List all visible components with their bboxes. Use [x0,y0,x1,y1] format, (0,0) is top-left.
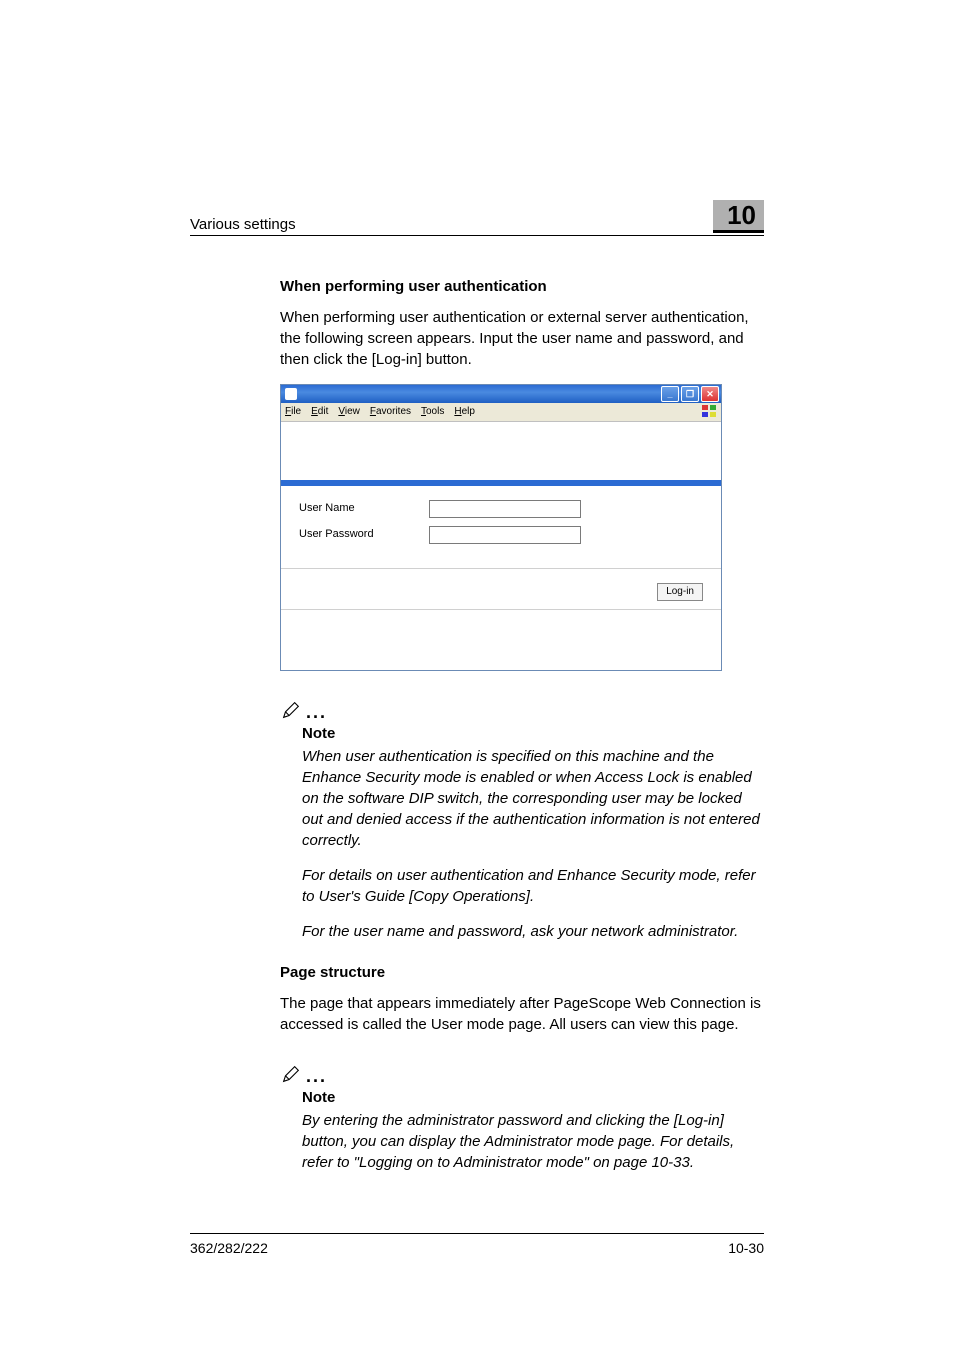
subsection-heading-auth: When performing user authentication [280,276,764,297]
note-label-2: Note [280,1087,764,1108]
window-footer-space [281,610,721,670]
header-banner [281,422,721,482]
user-password-label: User Password [299,527,429,542]
note1-paragraph-2: For details on user authentication and E… [302,865,764,907]
menu-view[interactable]: View [338,405,360,419]
menubar: File Edit View Favorites Tools Help [281,403,721,422]
note-dots-icon: ... [306,708,327,721]
window-app-icon [285,388,297,400]
menu-edit[interactable]: Edit [311,405,328,419]
footer-model-number: 362/282/222 [190,1240,268,1256]
login-button[interactable]: Log-in [657,583,703,601]
page-structure-paragraph: The page that appears immediately after … [280,993,764,1035]
note-icon [280,1063,302,1085]
footer-page-number: 10-30 [728,1240,764,1256]
auth-intro-paragraph: When performing user authentication or e… [280,307,764,370]
note1-paragraph-1: When user authentication is specified on… [302,746,764,851]
menu-tools[interactable]: Tools [421,405,444,419]
menu-favorites[interactable]: Favorites [370,405,411,419]
note-label-1: Note [280,723,764,744]
window-minimize-button[interactable]: _ [661,386,679,402]
user-name-input[interactable] [429,500,581,518]
running-header: Various settings [190,216,296,233]
menu-help[interactable]: Help [454,405,475,419]
window-maximize-button[interactable]: ❐ [681,386,699,402]
user-name-label: User Name [299,501,429,516]
window-titlebar: _ ❐ ✕ [281,385,721,403]
note-icon [280,699,302,721]
note-dots-icon: ... [306,1072,327,1085]
menu-file[interactable]: File [285,405,301,419]
subsection-heading-page-structure: Page structure [280,962,764,983]
login-window: _ ❐ ✕ File Edit View Favorites Tools Hel… [280,384,722,671]
note2-paragraph-1: By entering the administrator password a… [302,1110,764,1173]
window-close-button[interactable]: ✕ [701,386,719,402]
chapter-number-badge: 10 [713,200,764,233]
user-password-input[interactable] [429,526,581,544]
note1-paragraph-3: For the user name and password, ask your… [302,921,764,942]
windows-flag-icon [701,404,717,418]
